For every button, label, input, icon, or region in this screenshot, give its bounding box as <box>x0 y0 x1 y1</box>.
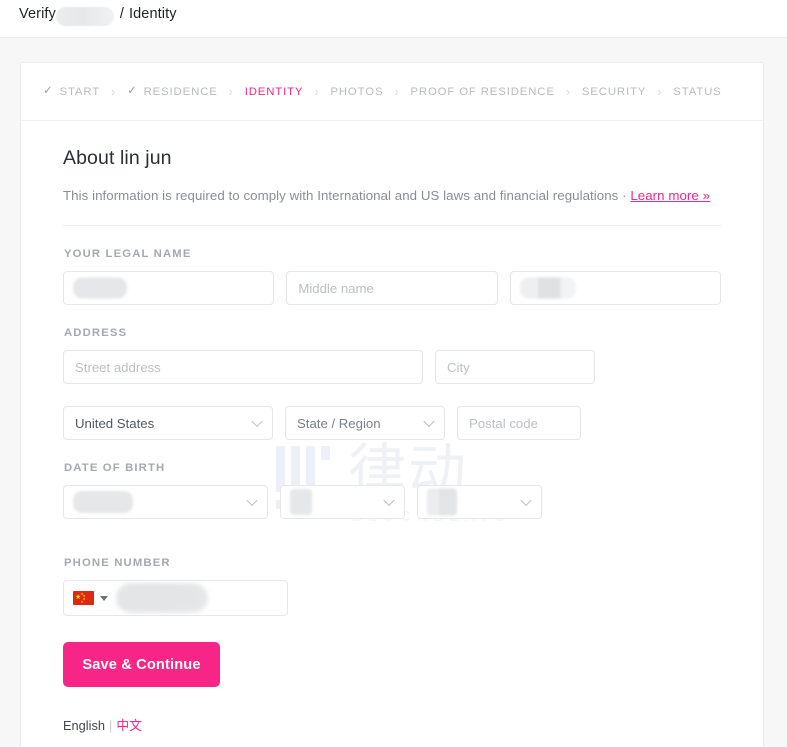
chevron-right-icon: › <box>565 84 571 99</box>
step-residence[interactable]: ✓ RESIDENCE <box>127 84 218 98</box>
middle-name-placeholder: Middle name <box>298 280 374 296</box>
breadcrumb: Verify / Identity <box>19 6 177 26</box>
first-name-input[interactable] <box>63 271 275 305</box>
language-chinese[interactable]: 中文 <box>116 718 142 733</box>
address-label: ADDRESS <box>64 327 128 339</box>
birth-day-select[interactable] <box>280 485 405 519</box>
china-flag-icon: ★ ★ ★ ★ ★ <box>73 591 94 605</box>
redacted-value <box>116 583 208 613</box>
legal-name-label: YOUR LEGAL NAME <box>64 248 192 260</box>
language-divider: | <box>108 718 113 733</box>
redacted-value <box>73 277 127 299</box>
chevron-down-icon <box>520 494 532 507</box>
step-label: IDENTITY <box>244 85 304 98</box>
city-input[interactable]: City <box>435 350 595 384</box>
progress-stepper: ✓ START › ✓ RESIDENCE › IDENTITY › PHOTO… <box>21 63 763 121</box>
chevron-right-icon: › <box>111 84 117 99</box>
chevron-down-icon <box>246 494 258 507</box>
last-name-input[interactable] <box>509 271 721 305</box>
redacted-value <box>519 277 576 299</box>
save-and-continue-button[interactable]: Save & Continue <box>63 642 220 687</box>
chevron-right-icon: › <box>314 84 320 99</box>
phone-number-input[interactable]: ★ ★ ★ ★ ★ <box>63 580 288 616</box>
city-placeholder: City <box>447 359 470 375</box>
chevron-right-icon: › <box>228 84 234 99</box>
step-proof-of-residence[interactable]: PROOF OF RESIDENCE <box>410 86 554 98</box>
step-security[interactable]: SECURITY <box>582 86 646 98</box>
phone-number-label: PHONE NUMBER <box>64 557 171 569</box>
compliance-note: This information is required to comply w… <box>63 188 721 203</box>
language-switcher: English | 中文 <box>63 715 721 734</box>
phone-row: ★ ★ ★ ★ ★ <box>63 580 721 616</box>
breadcrumb-app[interactable]: Verify <box>19 6 56 22</box>
postal-code-input[interactable]: Postal code <box>457 406 581 440</box>
state-region-value: State / Region <box>297 415 381 431</box>
chevron-right-icon: › <box>657 84 663 99</box>
date-of-birth-label: DATE OF BIRTH <box>64 462 166 474</box>
address-row-2: United States State / Region Postal code <box>63 406 721 440</box>
compliance-note-text: This information is required to comply w… <box>63 188 631 203</box>
chevron-down-icon <box>251 415 263 428</box>
step-label: SECURITY <box>581 85 647 98</box>
redacted-value <box>427 488 457 516</box>
step-label: RESIDENCE <box>143 85 218 98</box>
page-root: Verify / Identity ✓ START › ✓ RESIDENCE … <box>0 0 787 747</box>
breadcrumb-separator: / <box>119 6 125 22</box>
step-photos[interactable]: PHOTOS <box>330 86 383 98</box>
language-english[interactable]: English <box>63 718 105 733</box>
date-of-birth-row <box>63 485 721 519</box>
step-label: STATUS <box>673 85 722 98</box>
page-title: About lin jun <box>63 147 172 169</box>
postal-code-placeholder: Postal code <box>469 415 538 431</box>
redacted-value <box>290 489 312 515</box>
step-start[interactable]: ✓ START <box>43 84 101 98</box>
step-label: PHOTOS <box>330 85 384 98</box>
check-icon: ✓ <box>127 84 138 97</box>
chevron-down-icon <box>100 595 108 601</box>
country-select[interactable]: United States <box>63 406 273 440</box>
breadcrumb-current: Identity <box>129 6 177 22</box>
address-row-1: Street address City <box>63 350 721 384</box>
breadcrumb-redacted-block <box>55 6 114 26</box>
form-body: 律动 BLOCKBEATS About lin jun This informa… <box>21 121 763 734</box>
legal-name-row: Middle name <box>63 271 721 305</box>
middle-name-input[interactable]: Middle name <box>286 271 498 305</box>
verification-card: ✓ START › ✓ RESIDENCE › IDENTITY › PHOTO… <box>20 62 764 747</box>
step-identity[interactable]: IDENTITY <box>245 86 304 98</box>
step-status[interactable]: STATUS <box>673 86 721 98</box>
check-icon: ✓ <box>43 84 54 97</box>
birth-month-select[interactable] <box>63 485 268 519</box>
step-label: START <box>59 85 101 98</box>
learn-more-link[interactable]: Learn more » <box>630 188 710 203</box>
redacted-value <box>73 491 133 513</box>
chevron-down-icon <box>423 415 435 428</box>
country-value: United States <box>75 415 155 431</box>
country-code-selector[interactable]: ★ ★ ★ ★ ★ <box>73 591 108 605</box>
step-label: PROOF OF RESIDENCE <box>410 85 555 98</box>
street-address-placeholder: Street address <box>75 359 161 375</box>
street-address-input[interactable]: Street address <box>63 350 423 384</box>
birth-year-select[interactable] <box>417 485 542 519</box>
top-bar: Verify / Identity <box>0 0 787 38</box>
divider <box>63 225 721 226</box>
chevron-down-icon <box>383 494 395 507</box>
state-region-select[interactable]: State / Region <box>285 406 445 440</box>
chevron-right-icon: › <box>394 84 400 99</box>
